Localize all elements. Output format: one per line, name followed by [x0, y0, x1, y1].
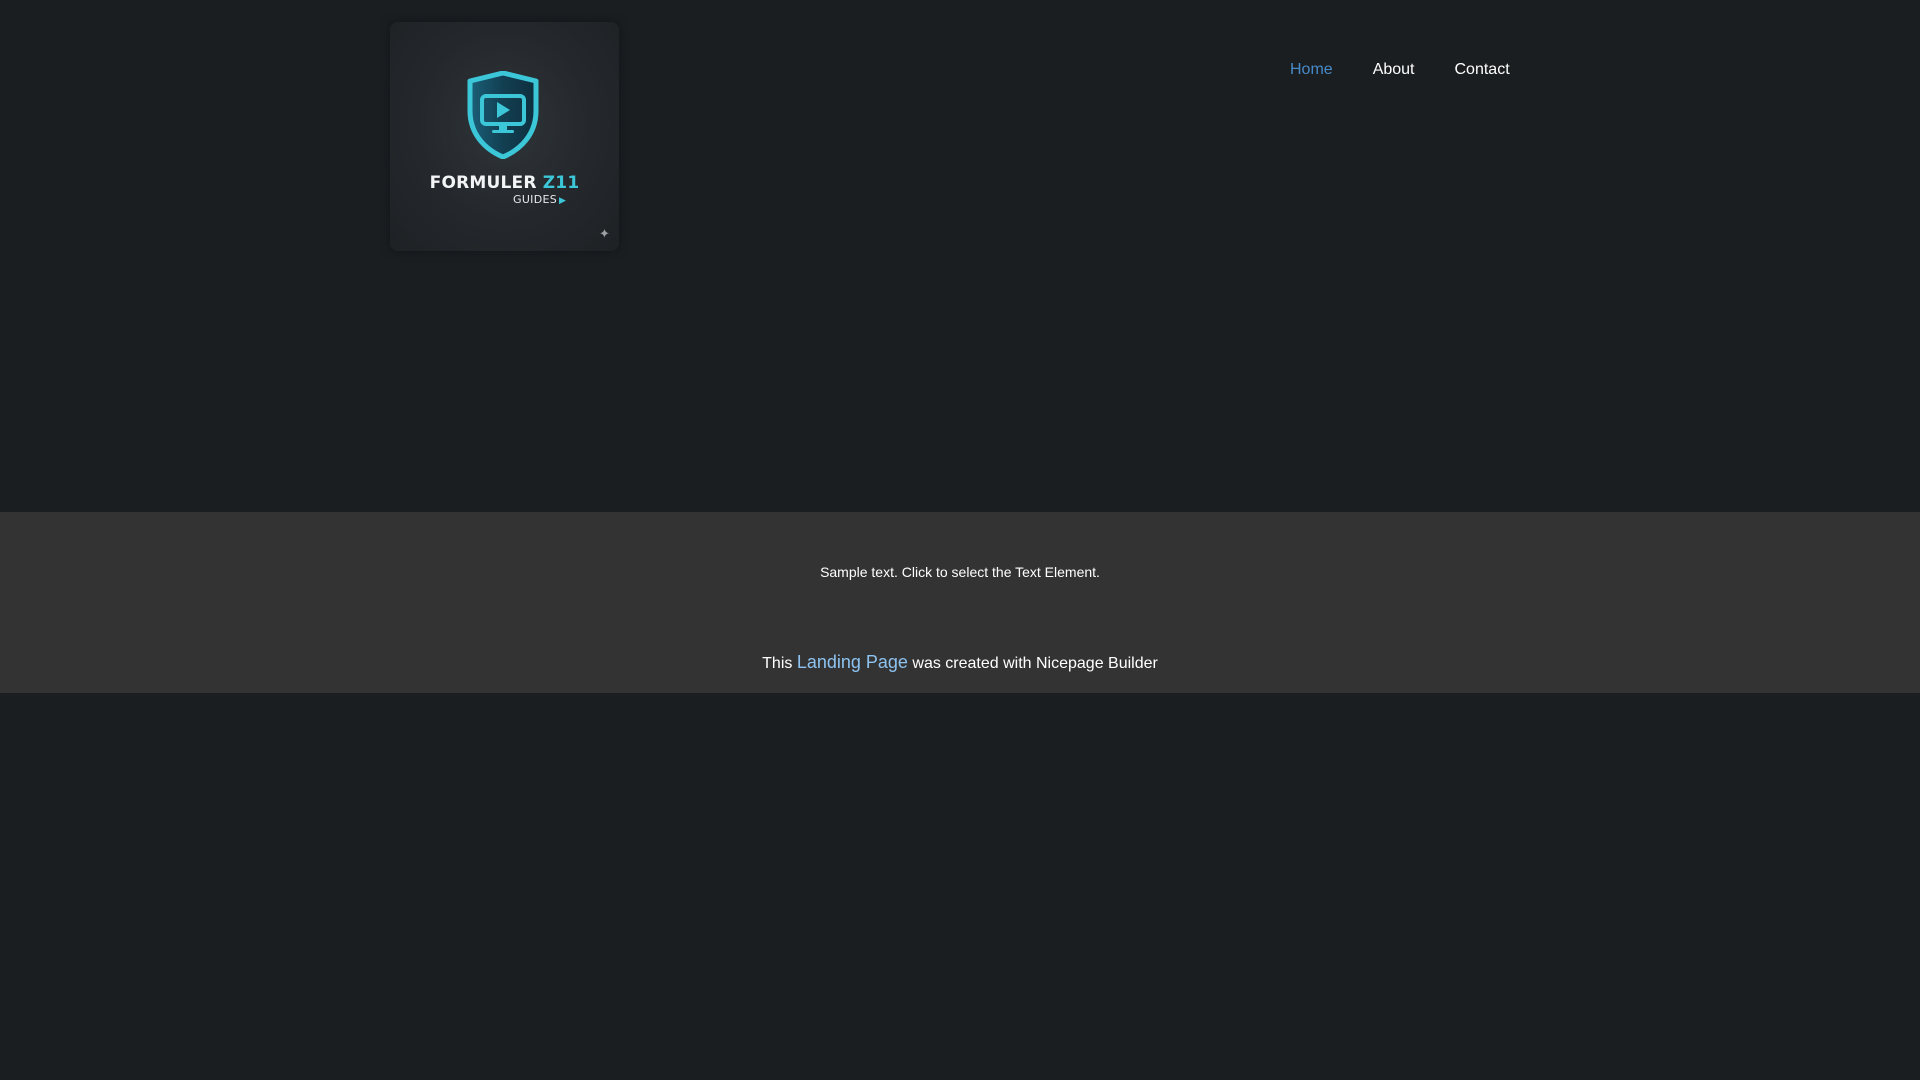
play-arrow-icon: ▶ [559, 196, 567, 206]
sparkle-icon: ✦ [599, 226, 610, 241]
site-header: FORMULER Z11 GUIDES ▶ ✦ Home About Contac… [0, 0, 1920, 512]
shield-tv-play-icon [467, 71, 539, 159]
footer-band: Sample text. Click to select the Text El… [0, 512, 1920, 693]
logo-subtitle: GUIDES ▶ [513, 193, 566, 206]
logo-brand-text: FORMULER Z11 [390, 173, 619, 193]
page-background [0, 693, 1920, 1080]
main-nav: Home About Contact [1290, 61, 1510, 79]
nav-item-home[interactable]: Home [1290, 61, 1333, 79]
site-logo[interactable]: FORMULER Z11 GUIDES ▶ ✦ [390, 22, 619, 251]
logo-brand-main: FORMULER [429, 173, 537, 193]
landing-page-link[interactable]: Landing Page [797, 652, 908, 672]
logo-brand-accent: Z11 [542, 173, 580, 193]
nav-item-contact[interactable]: Contact [1455, 61, 1510, 79]
nav-item-about[interactable]: About [1373, 61, 1415, 79]
builder-credit: This Landing Page was created with Nicep… [0, 652, 1920, 673]
credit-prefix: This [762, 655, 793, 672]
credit-suffix: was created with Nicepage Builder [912, 655, 1158, 672]
logo-subtitle-text: GUIDES [513, 193, 558, 206]
sample-text[interactable]: Sample text. Click to select the Text El… [0, 564, 1920, 580]
